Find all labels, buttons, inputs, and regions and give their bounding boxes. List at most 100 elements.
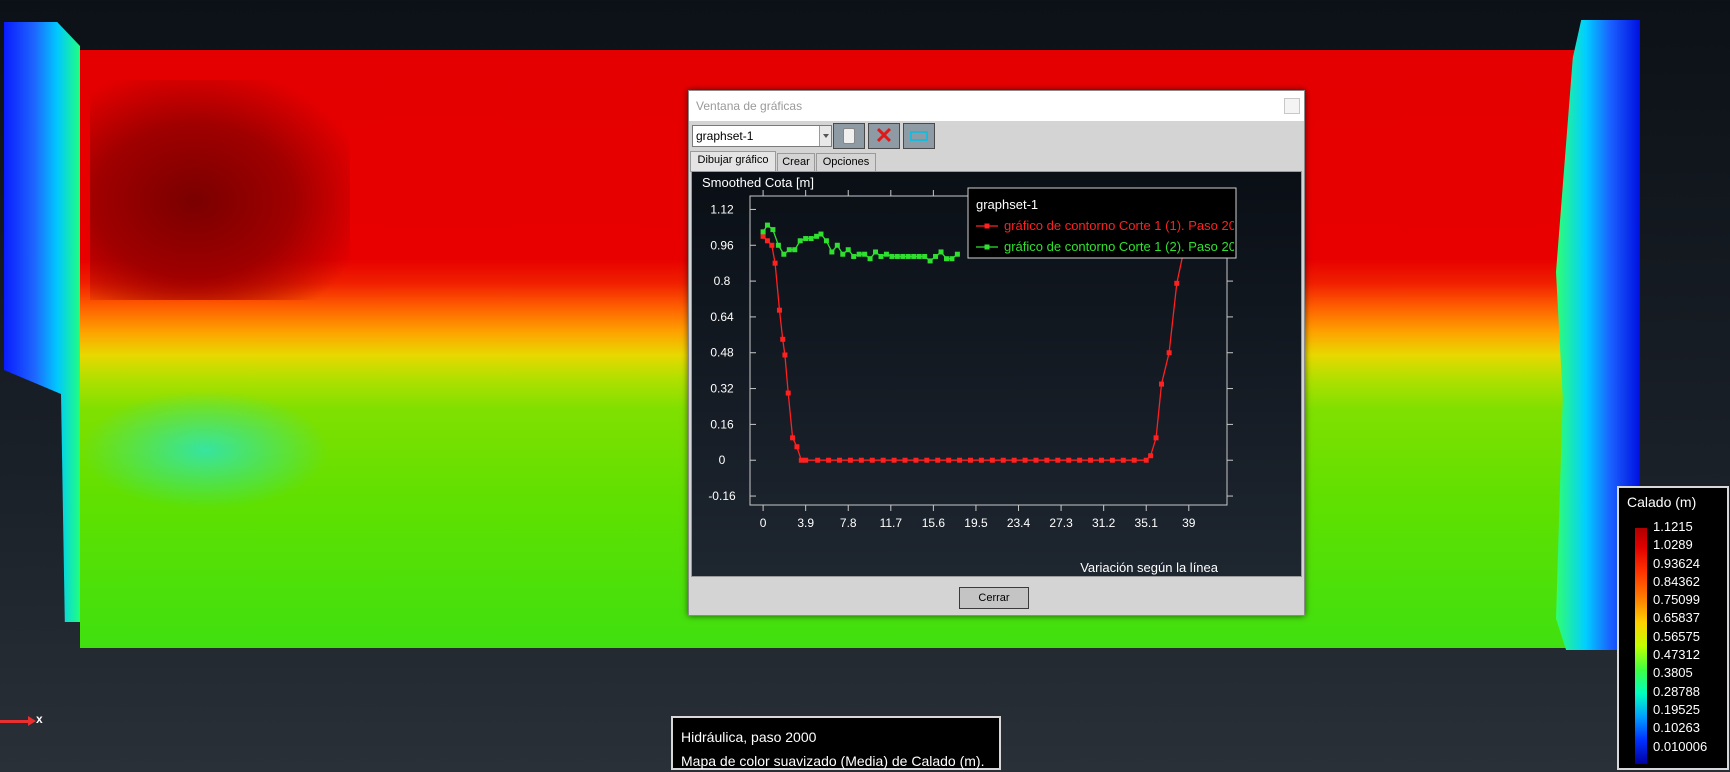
series-1-point (946, 457, 952, 463)
window-titlebar[interactable]: Ventana de gráficas (689, 91, 1304, 121)
x-axis-label: x (36, 712, 43, 726)
series-1-point (891, 457, 897, 463)
series-1-point (1000, 457, 1006, 463)
series-1-point (1011, 457, 1017, 463)
info-line-2: Mapa de color suavizado (Media) de Calad… (681, 753, 985, 769)
y-tick-label: 1.12 (710, 202, 734, 216)
series-2-point (760, 229, 766, 235)
series-1-point (790, 435, 796, 441)
tab-opciones[interactable]: Opciones (816, 153, 876, 172)
x-tick-label: 7.8 (840, 516, 857, 530)
x-tick-label: 15.6 (922, 516, 946, 530)
model-wall-left (4, 22, 80, 622)
graphset-select-value: graphset-1 (696, 129, 754, 143)
x-tick-label: 0 (760, 516, 767, 530)
delete-x-icon: ✕ (874, 123, 894, 148)
tab-dibujar-grafico[interactable]: Dibujar gráfico (690, 151, 776, 172)
series-2-point (792, 247, 798, 253)
series-1-point (837, 457, 843, 463)
legend-value: 1.0289 (1653, 537, 1693, 553)
y-tick-label: 0.16 (710, 417, 734, 431)
series-1-point (902, 457, 908, 463)
legend-value: 0.93624 (1653, 555, 1700, 571)
x-tick-label: 31.2 (1092, 516, 1116, 530)
series-1-point (1055, 457, 1061, 463)
series-2-point (781, 251, 787, 257)
chart-legend-swatch-marker (984, 244, 990, 250)
series-1-point (1066, 457, 1072, 463)
series-2-point (818, 231, 824, 237)
series-2-point (764, 222, 770, 228)
series-2-point (775, 242, 781, 248)
series-2-point (933, 253, 939, 259)
color-scale-legend: Calado (m) 1.1215 1.0289 0.93624 0.84362… (1617, 486, 1729, 770)
chevron-down-icon[interactable] (819, 126, 831, 146)
series-2-point (873, 249, 879, 255)
series-1-point (967, 457, 973, 463)
rename-icon (910, 131, 928, 141)
series-2-point (797, 238, 803, 244)
series-2-point (834, 242, 840, 248)
series-1-point (798, 457, 804, 463)
series-2-point (927, 258, 933, 264)
series-2-point (808, 236, 814, 242)
graphset-select[interactable]: graphset-1 (692, 125, 832, 147)
graph-plot-area[interactable]: Smoothed Cota [m] Variación según la líne… (691, 171, 1302, 577)
x-tick-label: 11.7 (880, 516, 903, 530)
x-tick-label: 23.4 (1007, 516, 1031, 530)
series-1-point (847, 457, 853, 463)
y-tick-label: -0.16 (708, 489, 736, 503)
legend-value: 0.56575 (1653, 628, 1700, 644)
series-1-point (826, 457, 832, 463)
legend-value: 0.19525 (1653, 701, 1700, 717)
legend-value: 0.75099 (1653, 592, 1700, 608)
x-axis-title: Variación según la línea (1080, 560, 1219, 575)
series-2-point (867, 256, 873, 262)
series-1-point (1088, 457, 1094, 463)
series-1-point (1131, 457, 1137, 463)
series-1-point (913, 457, 919, 463)
series-2-point (916, 253, 922, 259)
window-title: Ventana de gráficas (696, 99, 803, 113)
new-graphset-button[interactable] (833, 123, 865, 149)
y-tick-label: 0 (719, 453, 726, 467)
chart-legend-swatch-marker (984, 223, 990, 229)
window-footer: Cerrar (689, 579, 1304, 615)
series-1-point (815, 457, 821, 463)
series-2-point (851, 253, 857, 259)
series-1-point (978, 457, 984, 463)
delete-graphset-button[interactable]: ✕ (868, 123, 900, 149)
series-2-point (900, 253, 906, 259)
legend-value: 0.3805 (1653, 665, 1693, 681)
x-tick-label: 35.1 (1135, 516, 1159, 530)
series-2-point (922, 253, 928, 259)
series-1-point (924, 457, 930, 463)
legend-title: Calado (m) (1627, 494, 1697, 510)
series-line-1 (762, 235, 1192, 461)
series-1-point (1120, 457, 1126, 463)
cerrar-button[interactable]: Cerrar (959, 587, 1029, 609)
series-2-point (943, 256, 949, 262)
series-1-point (1098, 457, 1104, 463)
series-1-point (869, 457, 875, 463)
window-close-button[interactable] (1284, 98, 1300, 114)
series-1-point (1174, 280, 1180, 286)
chart-title: Smoothed Cota [m] (702, 175, 814, 190)
series-2-point (889, 253, 895, 259)
series-2-point (856, 251, 862, 257)
series-1-point (1159, 381, 1165, 387)
series-2-point (949, 256, 955, 262)
series-1-point (989, 457, 995, 463)
graph-toolbar: graphset-1 ✕ (689, 121, 1304, 151)
line-chart: Smoothed Cota [m] Variación según la líne… (702, 175, 1237, 575)
series-1-point (1153, 435, 1159, 441)
rename-graphset-button[interactable] (903, 123, 935, 149)
x-axis-arrow-icon (0, 716, 36, 726)
color-map-shallow-zone (80, 390, 330, 510)
series-1-point (957, 457, 963, 463)
tab-crear[interactable]: Crear (777, 153, 815, 172)
series-2-point (905, 253, 911, 259)
series-1-point (1022, 457, 1028, 463)
color-map-deep-zone (90, 80, 350, 300)
legend-value: 0.47312 (1653, 647, 1700, 663)
